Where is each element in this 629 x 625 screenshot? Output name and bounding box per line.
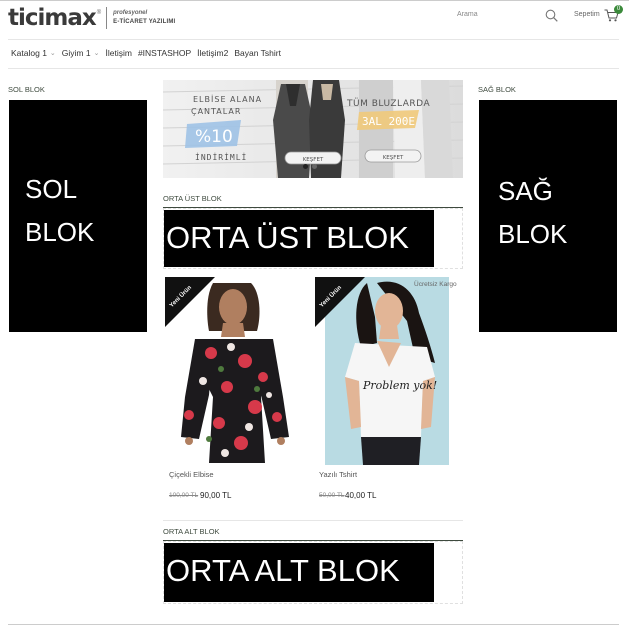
left-block-line1: SOL	[25, 174, 78, 204]
product-card[interactable]: Yeni Ürün Çiçekli Elbise 100,00 TL 90,00…	[165, 277, 299, 515]
slide-left-big: %10	[195, 127, 233, 147]
products-divider	[163, 520, 463, 521]
chevron-down-icon: ⌄	[49, 50, 56, 57]
mid-bottom-block-text: ORTA ALT BLOK	[166, 553, 400, 588]
right-block-line2: BLOK	[498, 219, 568, 249]
nav-item-label: #INSTASHOP	[137, 48, 192, 58]
header-divider	[8, 39, 619, 40]
slider-dot-2[interactable]	[312, 164, 317, 169]
mid-top-block-banner[interactable]: ORTA ÜST BLOK	[164, 210, 434, 267]
nav-item-label: İletişim	[105, 48, 132, 58]
nav-item-label: Giyim 1	[61, 48, 91, 58]
product-price: 40,00 TL	[345, 491, 377, 500]
nav-item-iletisim[interactable]: İletişim	[105, 48, 131, 58]
logo[interactable]: ticimax ® profesyonel E-TİCARET YAZILIMI	[8, 5, 175, 31]
chevron-down-icon: ⌄	[93, 50, 100, 57]
nav-divider	[8, 68, 619, 69]
logo-separator	[106, 7, 108, 29]
mid-top-block-text: ORTA ÜST BLOK	[166, 220, 409, 255]
nav-item-katalog[interactable]: Katalog 1 ⌄	[11, 48, 56, 58]
right-block-title: SAĞ BLOK	[478, 85, 516, 94]
left-block-title: SOL BLOK	[8, 85, 45, 94]
shirt-print-text: Problem yok!	[362, 379, 437, 392]
logo-tagline-line1: profesyonel	[113, 10, 148, 16]
slide-left-line2: ÇANTALAR	[191, 107, 241, 116]
logo-registered-mark: ®	[96, 10, 102, 16]
logo-wordmark: ticimax	[8, 5, 97, 31]
right-block-banner[interactable]: SAĞ BLOK	[479, 100, 617, 332]
main-nav: Katalog 1 ⌄ Giyim 1 ⌄ İletişim #INSTASHOP …	[11, 48, 287, 58]
product-image[interactable]: Yeni Ürün	[165, 277, 299, 465]
mid-top-block-title: ORTA ÜST BLOK	[163, 194, 222, 203]
nav-item-iletisim2[interactable]: İletişim2	[197, 48, 228, 58]
nav-item-label: Katalog 1	[11, 48, 47, 58]
product-name[interactable]: Çiçekli Elbise	[169, 470, 214, 479]
product-image[interactable]: Problem yok! Yeni Ürün	[315, 277, 449, 465]
free-shipping-badge: Ücretsiz Kargo	[414, 281, 457, 288]
nav-item-label: Bayan Tshirt	[234, 48, 281, 58]
slide-right-big: 3AL 200E	[362, 115, 415, 128]
search-icon[interactable]	[545, 9, 558, 22]
product-name[interactable]: Yazılı Tshirt	[319, 470, 357, 479]
nav-item-instashop[interactable]: #INSTASHOP	[138, 48, 191, 58]
cart-count-badge: 0	[614, 5, 623, 14]
slide-left-button-label: KEŞFET	[303, 157, 324, 163]
logo-tagline-line2: E-TİCARET YAZILIMI	[113, 19, 176, 25]
mid-bottom-block-title: ORTA ALT BLOK	[163, 527, 220, 536]
nav-item-bayan-tshirt[interactable]: Bayan Tshirt	[234, 48, 281, 58]
slider-dot-1[interactable]	[303, 164, 308, 169]
product-old-price: 100,00 TL	[169, 492, 199, 499]
slide-right-line1: TÜM BLUZLARDA	[346, 98, 430, 109]
slider-pagination	[303, 164, 317, 169]
slide-left-line1: ELBİSE ALANA	[193, 94, 262, 104]
slide-left-line3: İNDİRİMLİ	[195, 152, 247, 162]
logo-tagline: profesyonel E-TİCARET YAZILIMI	[113, 9, 175, 27]
slide-right-button-label: KEŞFET	[383, 155, 404, 161]
cart-label[interactable]: Sepetim	[574, 11, 600, 18]
left-block-banner[interactable]: SOL BLOK	[9, 100, 147, 332]
right-block-line1: SAĞ	[498, 176, 553, 206]
mid-bottom-block-banner[interactable]: ORTA ALT BLOK	[164, 543, 434, 602]
product-old-price: 50,00 TL	[319, 492, 345, 499]
product-price: 90,00 TL	[200, 491, 232, 500]
top-border	[0, 0, 629, 4]
left-block-line2: BLOK	[25, 217, 95, 247]
nav-item-giyim[interactable]: Giyim 1 ⌄	[62, 48, 100, 58]
product-card[interactable]: Problem yok! Yeni Ürün Yazılı Tshirt 50,…	[315, 277, 449, 515]
search-label[interactable]: Arama	[457, 11, 478, 18]
nav-item-label: İletişim2	[197, 48, 229, 58]
